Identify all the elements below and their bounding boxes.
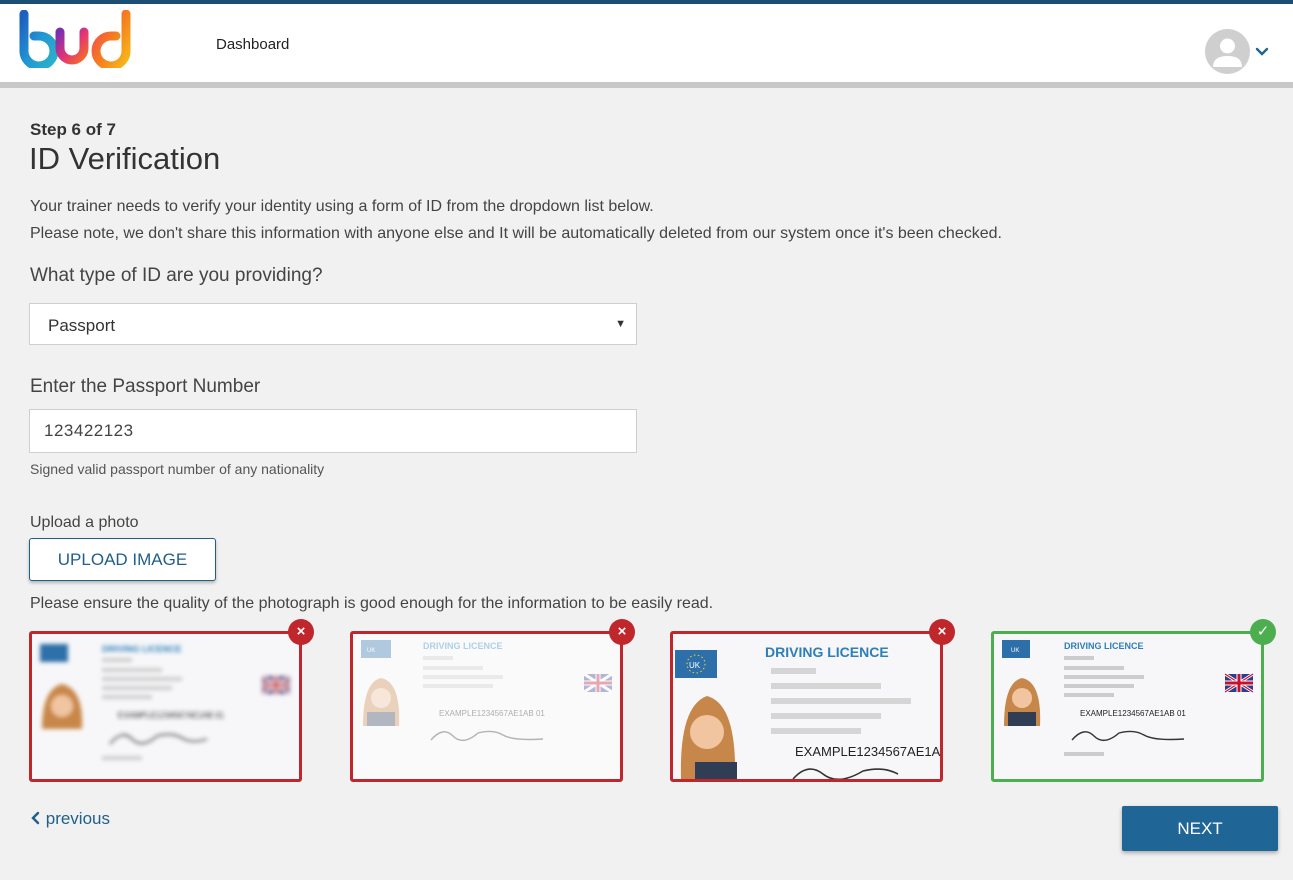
next-button[interactable]: NEXT	[1122, 806, 1278, 851]
bud-logo[interactable]	[18, 10, 134, 68]
previous-link[interactable]: previous	[30, 809, 110, 829]
example-card-cropped: UK DRIVING LICENCE EXAMPLE1234567AE1A	[670, 631, 943, 782]
user-avatar[interactable]	[1205, 29, 1250, 74]
upload-image-button[interactable]: UPLOAD IMAGE	[29, 538, 216, 581]
app-header: Dashboard	[0, 4, 1293, 84]
example-card-clear: UK DRIVING LICENCE EXAMPLE1234567AE1AB 0…	[991, 631, 1264, 782]
example-card-washed-out: UK DRIVING LICENCE EXAMPLE1234567AE1AB 0…	[350, 631, 623, 782]
header-divider	[0, 82, 1293, 88]
card-title: DRIVING LICENCE	[102, 644, 182, 654]
error-badge-icon: ×	[609, 619, 635, 645]
intro-text: Your trainer needs to verify your identi…	[30, 193, 1002, 247]
card-number: EXAMPLE1234567AE1AB 01	[118, 711, 224, 720]
card-title: DRIVING LICENCE	[1064, 641, 1144, 651]
intro-line-1: Your trainer needs to verify your identi…	[30, 198, 654, 215]
svg-text:UK: UK	[1011, 648, 1019, 654]
passport-number-label: Enter the Passport Number	[30, 376, 261, 397]
id-type-label: What type of ID are you providing?	[30, 265, 323, 286]
passport-number-input[interactable]	[29, 409, 637, 453]
id-type-selected-value: Passport	[48, 316, 116, 335]
upload-photo-label: Upload a photo	[30, 514, 139, 531]
check-badge-icon: ✓	[1250, 619, 1276, 645]
card-title: DRIVING LICENCE	[765, 644, 889, 660]
error-badge-icon: ×	[288, 619, 314, 645]
step-indicator: Step 6 of 7	[30, 120, 116, 139]
user-silhouette-icon	[1213, 38, 1242, 67]
card-number: EXAMPLE1234567AE1A	[795, 744, 940, 759]
id-type-select[interactable]: Passport ▼	[29, 303, 637, 345]
passport-number-hint: Signed valid passport number of any nati…	[30, 461, 325, 477]
page-title: ID Verification	[29, 141, 221, 176]
chevron-left-icon	[31, 811, 40, 825]
example-card-blurry: DRIVING LICENCE EXAMPLE1234567AE1AB 01	[29, 631, 302, 782]
card-number: EXAMPLE1234567AE1AB 01	[1080, 709, 1186, 718]
chevron-down-icon[interactable]	[1254, 44, 1270, 60]
photo-quality-note: Please ensure the quality of the photogr…	[30, 595, 714, 612]
previous-label: previous	[45, 809, 110, 828]
nav-dashboard-link[interactable]: Dashboard	[216, 36, 289, 53]
error-badge-icon: ×	[929, 619, 955, 645]
intro-line-2: Please note, we don't share this informa…	[30, 225, 1002, 242]
svg-text:UK: UK	[689, 661, 701, 670]
dropdown-arrow-icon: ▼	[615, 318, 626, 330]
